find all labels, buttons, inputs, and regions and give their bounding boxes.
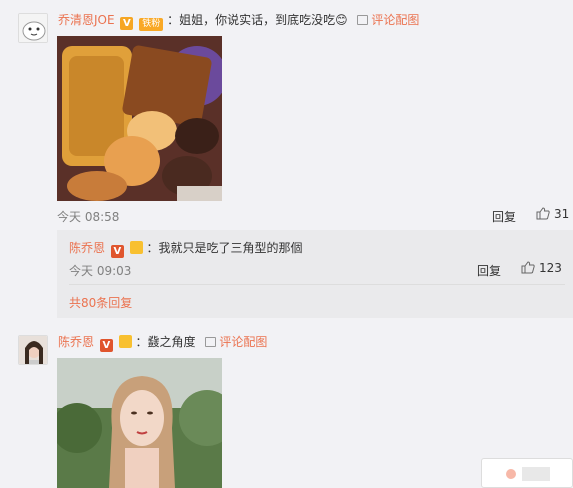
selfie-photo: [57, 358, 222, 488]
crown-badge-icon: [129, 241, 143, 254]
crown-badge-icon: [118, 335, 132, 348]
reply1-username[interactable]: 陈乔恩: [69, 241, 105, 255]
comment1-reply-button[interactable]: 回复: [492, 208, 516, 225]
comment2-text: ：鼗之角度: [135, 335, 196, 349]
floating-action-button[interactable]: [481, 458, 573, 488]
comment2-pic-link[interactable]: 评论配图: [205, 335, 267, 349]
verified-badge-icon: V: [99, 339, 113, 352]
reply1-header: 陈乔恩 V ：我就只是吃了三角型的那個: [69, 239, 303, 258]
comment1-time: 今天 08:58: [57, 210, 120, 224]
comment1-username[interactable]: 乔清恩JOE: [58, 13, 115, 27]
image-icon: [205, 337, 217, 347]
comment1-like-count: 31: [554, 207, 570, 221]
floating-dot-icon: [506, 469, 516, 479]
floating-placeholder-bar: [522, 467, 550, 481]
comment1-like-button[interactable]: 31: [536, 207, 569, 221]
comment2-image[interactable]: [57, 358, 222, 488]
fan-tag-badge: 铁粉: [139, 18, 164, 31]
reply1-like-count: 123: [539, 261, 562, 275]
comment1-header: 乔清恩JOE V 铁粉 ：姐姐，你说实话，到底吃没吃😊 评论配图: [58, 11, 419, 31]
user-avatar-chen[interactable]: [18, 335, 48, 365]
comment1-text: ：姐姐，你说实话，到底吃没吃😊: [167, 13, 348, 27]
verified-badge-icon: V: [120, 17, 134, 30]
cartoon-avatar-icon: [19, 14, 47, 42]
thumbs-up-icon: [521, 261, 535, 274]
reply1-text: ：我就只是吃了三角型的那個: [146, 241, 303, 255]
comment2-header: 陈乔恩 V ：鼗之角度 评论配图: [58, 333, 267, 352]
reply1-reply-button[interactable]: 回复: [477, 262, 501, 279]
reply1-like-button[interactable]: 123: [521, 261, 562, 275]
profile-photo: [19, 336, 47, 364]
user-avatar-joe[interactable]: [18, 13, 48, 43]
verified-badge-icon: V: [110, 245, 124, 258]
reply1-time: 今天 09:03: [69, 264, 132, 278]
thumbs-up-icon: [536, 207, 550, 220]
reply-divider: [69, 284, 565, 285]
more-replies-link[interactable]: 共80条回复: [69, 294, 132, 311]
food-photo: [57, 36, 222, 201]
image-icon: [357, 15, 369, 25]
comment2-username[interactable]: 陈乔恩: [58, 335, 94, 349]
comment1-image[interactable]: [57, 36, 222, 201]
comment1-pic-link[interactable]: 评论配图: [357, 13, 419, 27]
